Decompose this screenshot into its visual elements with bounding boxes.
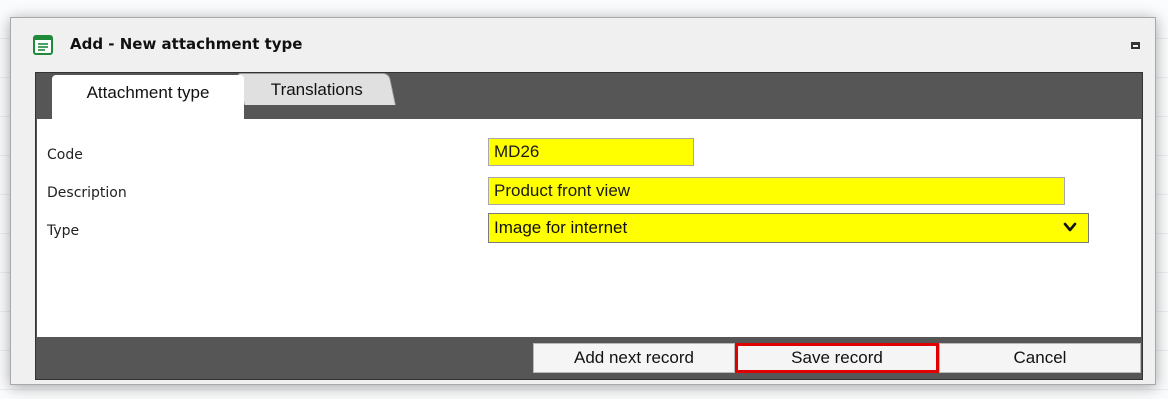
chevron-down-icon <box>1063 222 1077 232</box>
maximize-button[interactable] <box>1127 37 1143 53</box>
type-select[interactable]: Image for internet <box>488 213 1089 243</box>
form-icon <box>33 35 53 55</box>
form-content: Code MD26 Description Product front view… <box>37 119 1141 337</box>
maximize-icon <box>1130 41 1140 49</box>
description-label: Description <box>47 185 127 201</box>
tab-attachment-type-label: Attachment type <box>86 83 210 102</box>
description-value: Product front view <box>494 181 631 200</box>
add-next-record-label: Add next record <box>573 348 694 367</box>
title-bar[interactable]: Add - New attachment type <box>11 18 1155 70</box>
description-field[interactable]: Product front view <box>488 177 1065 205</box>
type-value: Image for internet <box>494 218 628 237</box>
tab-attachment-type[interactable]: Attachment type <box>52 75 244 119</box>
tab-translations[interactable]: Translations <box>237 73 396 105</box>
tab-panel: Translations Attachment type Code MD26 D… <box>35 72 1143 380</box>
cancel-button[interactable]: Cancel <box>939 343 1141 373</box>
window-title: Add - New attachment type <box>70 35 303 53</box>
type-label: Type <box>47 223 80 239</box>
cancel-label: Cancel <box>1013 348 1067 367</box>
code-label: Code <box>47 147 83 163</box>
code-field[interactable]: MD26 <box>488 138 694 166</box>
tab-translations-label: Translations <box>270 80 363 99</box>
button-bar: Add next record Save record Cancel <box>36 337 1142 379</box>
code-value: MD26 <box>494 142 540 161</box>
save-record-label: Save record <box>791 348 883 367</box>
save-record-button[interactable]: Save record <box>735 343 939 373</box>
add-next-record-button[interactable]: Add next record <box>533 343 735 373</box>
dialog-window: Add - New attachment type Translations A… <box>10 17 1156 385</box>
